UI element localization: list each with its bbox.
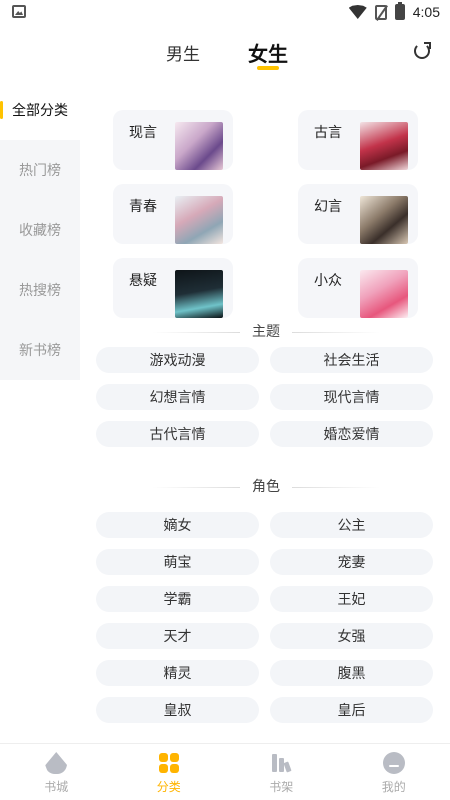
section-title-themes: 主题 — [96, 315, 436, 349]
role-tag[interactable]: 萌宝 — [96, 549, 259, 575]
nav-item-bookstore[interactable]: 书城 — [0, 744, 113, 800]
wifi-icon — [348, 5, 367, 19]
nav-label: 我的 — [381, 780, 406, 794]
nav-label: 书城 — [44, 780, 69, 794]
theme-tag-grid: 游戏动漫 社会生活 幻想言情 现代言情 古代言情 婚恋爱情 — [96, 347, 436, 447]
image-icon — [12, 5, 26, 18]
genre-card-fantasy-romance[interactable]: 幻言 — [298, 184, 418, 244]
sidebar-item-all-categories[interactable]: 全部分类 — [0, 80, 80, 140]
genre-label: 现言 — [129, 125, 157, 141]
role-tag[interactable]: 宠妻 — [270, 549, 433, 575]
status-time: 4:05 — [412, 4, 440, 20]
sidebar-item-hot-search[interactable]: 热搜榜 — [0, 260, 80, 320]
header: 男生 女生 — [0, 24, 450, 80]
status-icons: 4:05 — [348, 2, 440, 22]
genre-label: 幻言 — [314, 199, 342, 215]
genre-grid: 现言 古言 青春 幻言 悬疑 小众 — [96, 80, 436, 318]
home-icon — [45, 752, 68, 774]
sidebar: 全部分类 热门榜 收藏榜 热搜榜 新书榜 — [0, 80, 80, 380]
category-content: 现言 古言 青春 幻言 悬疑 小众 主题 游戏动漫 社会生活 幻想言情 现代言情… — [96, 80, 436, 723]
sidebar-item-favorites[interactable]: 收藏榜 — [0, 200, 80, 260]
role-tag[interactable]: 腹黑 — [270, 660, 433, 686]
tab-female[interactable]: 女生 — [248, 38, 288, 67]
no-sim-icon — [374, 4, 387, 20]
genre-card-ancient-romance[interactable]: 古言 — [298, 110, 418, 170]
profile-icon — [382, 752, 405, 774]
role-tag[interactable]: 皇叔 — [96, 697, 259, 723]
book-cover-image — [175, 196, 223, 244]
sidebar-item-label: 热搜榜 — [19, 283, 61, 299]
genre-card-mystery[interactable]: 悬疑 — [113, 258, 233, 318]
theme-tag[interactable]: 幻想言情 — [96, 384, 259, 410]
genre-label: 小众 — [314, 273, 342, 289]
sidebar-item-label: 全部分类 — [12, 103, 68, 119]
genre-label: 青春 — [129, 199, 157, 215]
role-tag[interactable]: 女强 — [270, 623, 433, 649]
role-tag[interactable]: 皇后 — [270, 697, 433, 723]
status-bar: 4:05 — [0, 0, 450, 24]
nav-item-bookshelf[interactable]: 书架 — [225, 744, 338, 800]
sidebar-item-label: 热门榜 — [19, 163, 61, 179]
sidebar-item-hot[interactable]: 热门榜 — [0, 140, 80, 200]
theme-tag[interactable]: 现代言情 — [270, 384, 433, 410]
theme-tag[interactable]: 婚恋爱情 — [270, 421, 433, 447]
sidebar-item-label: 新书榜 — [19, 343, 61, 359]
role-tag[interactable]: 学霸 — [96, 586, 259, 612]
nav-item-profile[interactable]: 我的 — [338, 744, 450, 800]
battery-icon — [394, 2, 405, 20]
book-cover-image — [175, 270, 223, 318]
bookshelf-icon — [270, 752, 292, 774]
sidebar-item-label: 收藏榜 — [19, 223, 61, 239]
genre-card-modern-romance[interactable]: 现言 — [113, 110, 233, 170]
role-tag[interactable]: 天才 — [96, 623, 259, 649]
bottom-nav: 书城 分类 书架 我的 — [0, 743, 450, 800]
active-tab-indicator — [257, 66, 279, 70]
sidebar-item-new-books[interactable]: 新书榜 — [0, 320, 80, 380]
genre-card-niche[interactable]: 小众 — [298, 258, 418, 318]
role-tag[interactable]: 精灵 — [96, 660, 259, 686]
genre-card-youth[interactable]: 青春 — [113, 184, 233, 244]
nav-label: 书架 — [269, 780, 294, 794]
theme-tag[interactable]: 古代言情 — [96, 421, 259, 447]
role-tag-grid: 嫡女 公主 萌宝 宠妻 学霸 王妃 天才 女强 精灵 腹黑 皇叔 皇后 — [96, 512, 436, 723]
theme-tag[interactable]: 社会生活 — [270, 347, 433, 373]
refresh-icon[interactable] — [414, 42, 431, 59]
role-tag[interactable]: 嫡女 — [96, 512, 259, 538]
nav-label: 分类 — [156, 780, 181, 794]
tab-male[interactable]: 男生 — [166, 40, 200, 65]
role-tag[interactable]: 公主 — [270, 512, 433, 538]
genre-label: 古言 — [314, 125, 342, 141]
book-cover-image — [360, 196, 408, 244]
theme-tag[interactable]: 游戏动漫 — [96, 347, 259, 373]
book-cover-image — [360, 270, 408, 318]
role-tag[interactable]: 王妃 — [270, 586, 433, 612]
book-cover-image — [360, 122, 408, 170]
book-cover-image — [175, 122, 223, 170]
section-title-roles: 角色 — [96, 470, 436, 504]
genre-label: 悬疑 — [129, 273, 157, 289]
nav-item-category[interactable]: 分类 — [113, 744, 226, 800]
category-icon — [158, 752, 180, 774]
